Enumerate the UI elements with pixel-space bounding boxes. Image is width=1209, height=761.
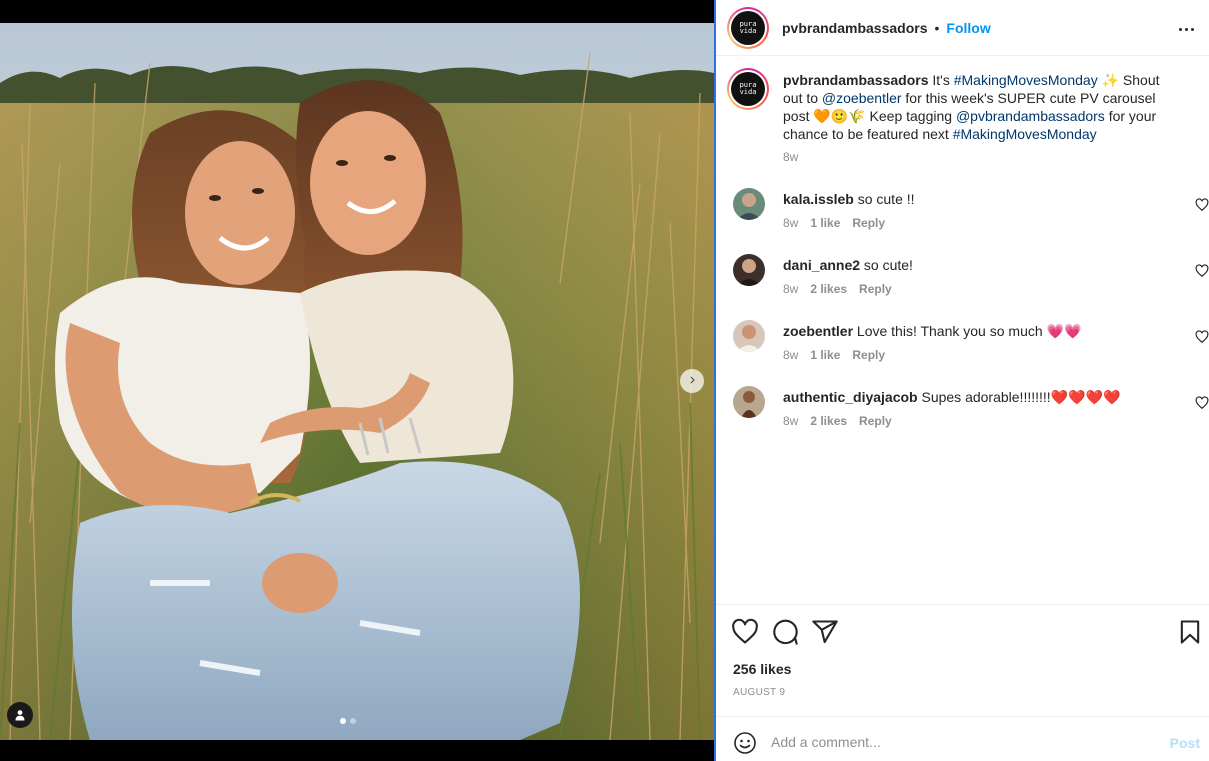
reply-button[interactable]: Reply <box>852 216 885 230</box>
comment-text: authentic_diyajacob Supes adorable!!!!!!… <box>783 388 1163 407</box>
bookmark-icon[interactable] <box>1176 618 1204 646</box>
caption-part: It's <box>928 72 954 88</box>
comment-like-heart-icon[interactable] <box>1195 198 1209 212</box>
avatar-logo-line2: vida <box>739 26 757 35</box>
carousel-indicator <box>340 718 356 724</box>
follow-button[interactable]: Follow <box>946 20 990 36</box>
post-comment-button[interactable]: Post <box>1170 735 1200 751</box>
comment-likes[interactable]: 2 likes <box>810 414 847 428</box>
comment-content: Supes adorable!!!!!!!! <box>921 389 1051 405</box>
comment-emoji: ❤️❤️❤️❤️ <box>1050 390 1121 406</box>
next-slide-button[interactable]: › <box>680 369 704 393</box>
hashtag-link[interactable]: #MakingMovesMonday <box>954 72 1098 88</box>
emoji-icon[interactable] <box>733 731 757 755</box>
commenter-username[interactable]: zoebentler <box>783 323 853 339</box>
user-tag-icon <box>15 710 25 721</box>
post-media: › <box>0 0 714 761</box>
comment-time[interactable]: 8w <box>783 414 798 428</box>
comment-text: kala.issleb so cute !! <box>783 190 1163 208</box>
comment-item: zoebentler Love this! Thank you so much … <box>733 320 1209 370</box>
comment-like-heart-icon[interactable] <box>1195 330 1209 344</box>
comment-content: so cute !! <box>857 191 915 207</box>
comment-likes[interactable]: 1 like <box>810 216 840 230</box>
reply-button[interactable]: Reply <box>852 348 885 362</box>
reply-button[interactable]: Reply <box>859 414 892 428</box>
commenter-avatar[interactable] <box>733 188 765 220</box>
comment-time[interactable]: 8w <box>783 282 798 296</box>
comment-emoji: 💗💗 <box>1046 324 1082 340</box>
comment-text: zoebentler Love this! Thank you so much … <box>783 322 1163 341</box>
post-actions: 256 likes AUGUST 9 <box>715 604 1209 716</box>
post-side-panel: pura vida pvbrandambassadors • Follow pu… <box>714 0 1209 761</box>
comment-content: Love this! Thank you so much <box>856 323 1043 339</box>
carousel-dot <box>350 718 356 724</box>
commenter-username[interactable]: kala.issleb <box>783 191 854 207</box>
comment-time[interactable]: 8w <box>783 348 798 362</box>
comment-composer: Post <box>715 716 1209 761</box>
comment-item: authentic_diyajacob Supes adorable!!!!!!… <box>733 386 1209 436</box>
commenter-avatar[interactable] <box>733 254 765 286</box>
comment-input[interactable] <box>771 727 1151 757</box>
comment-meta: 8w 1 like Reply <box>783 216 885 230</box>
author-username[interactable]: pvbrandambassadors <box>782 20 928 36</box>
comment-time[interactable]: 8w <box>783 216 798 230</box>
post-photo[interactable] <box>0 23 714 740</box>
comment-text: dani_anne2 so cute! <box>783 256 1163 274</box>
comment-content: so cute! <box>863 257 913 273</box>
comment-meta: 8w 1 like Reply <box>783 348 885 362</box>
mention-link[interactable]: @pvbrandambassadors <box>956 108 1105 124</box>
more-options-button[interactable] <box>1174 14 1198 38</box>
commenter-avatar[interactable] <box>733 386 765 418</box>
comment-meta: 8w 2 likes Reply <box>783 282 892 296</box>
comment-icon[interactable] <box>771 618 799 646</box>
commenter-username[interactable]: dani_anne2 <box>783 257 860 273</box>
comment-like-heart-icon[interactable] <box>1195 264 1209 278</box>
heart-icon[interactable] <box>731 618 759 646</box>
tagged-users-button[interactable] <box>7 702 33 728</box>
hashtag-link[interactable]: #MakingMovesMonday <box>953 126 1097 142</box>
likes-count[interactable]: 256 likes <box>733 661 791 677</box>
chevron-right-icon: › <box>689 369 696 390</box>
caption-text: pvbrandambassadors It's #MakingMovesMond… <box>783 71 1181 143</box>
share-icon[interactable] <box>811 618 839 646</box>
mention-link[interactable]: @zoebentler <box>822 90 902 106</box>
post-header: pura vida pvbrandambassadors • Follow <box>715 0 1209 56</box>
post-date[interactable]: AUGUST 9 <box>733 687 785 698</box>
commenter-username[interactable]: authentic_diyajacob <box>783 389 918 405</box>
avatar-logo-line2: vida <box>739 88 757 96</box>
comment-item: kala.issleb so cute !! 8w 1 like Reply <box>733 188 1209 238</box>
separator-dot: • <box>934 19 940 36</box>
commenter-avatar[interactable] <box>733 320 765 352</box>
comment-likes[interactable]: 2 likes <box>810 282 847 296</box>
caption-username[interactable]: pvbrandambassadors <box>783 72 929 88</box>
more-options-icon <box>1177 18 1195 34</box>
caption-avatar[interactable]: pura vida <box>727 68 769 110</box>
comment-likes[interactable]: 1 like <box>810 348 840 362</box>
panel-focus-border <box>714 0 716 761</box>
author-avatar[interactable]: pura vida <box>727 6 769 49</box>
comment-like-heart-icon[interactable] <box>1195 396 1209 410</box>
caption-timestamp[interactable]: 8w <box>783 150 798 164</box>
reply-button[interactable]: Reply <box>859 282 892 296</box>
comment-meta: 8w 2 likes Reply <box>783 414 892 428</box>
carousel-dot-active <box>340 718 346 724</box>
comment-item: dani_anne2 so cute! 8w 2 likes Reply <box>733 254 1209 304</box>
